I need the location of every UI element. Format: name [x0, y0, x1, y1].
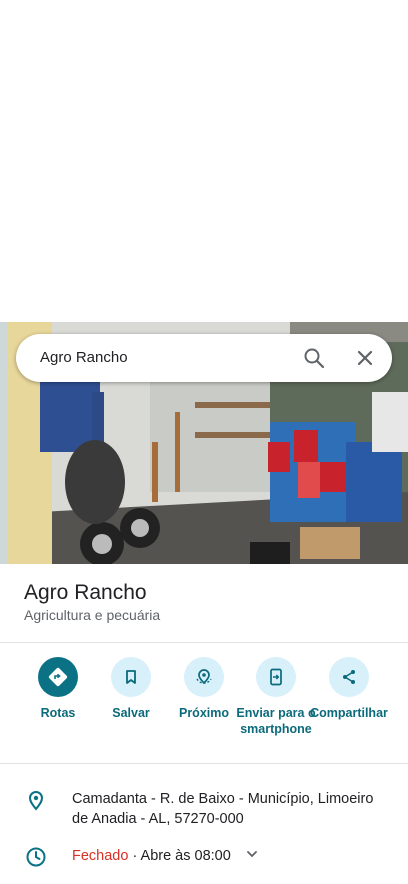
share-icon — [329, 657, 369, 697]
save-label: Salvar — [112, 706, 150, 720]
save-button[interactable]: Salvar — [91, 657, 171, 721]
place-title: Agro Rancho — [24, 581, 147, 604]
address-text[interactable]: Camadanta - R. de Baixo - Município, Lim… — [72, 789, 382, 829]
share-button[interactable]: Compartilhar — [309, 657, 389, 721]
hours-status: Fechado — [72, 847, 129, 864]
directions-label: Rotas — [40, 706, 76, 720]
search-bar[interactable]: Agro Rancho — [16, 334, 392, 382]
hours-detail: · Abre às 08:00 — [128, 847, 231, 864]
directions-icon — [38, 657, 78, 697]
place-category: Agricultura e pecuária — [24, 607, 161, 623]
chevron-down-icon[interactable] — [245, 847, 259, 865]
bookmark-icon — [111, 657, 151, 697]
send-to-phone-icon — [256, 657, 296, 697]
nearby-label: Próximo — [178, 706, 229, 720]
search-icon[interactable] — [302, 346, 326, 370]
hours-row[interactable]: Fechado · Abre às 08:00 — [72, 847, 259, 865]
clock-icon — [24, 845, 48, 869]
nearby-button[interactable]: Próximo — [164, 657, 244, 721]
send-to-phone-label: Enviar para o smartphone — [236, 706, 316, 736]
divider — [0, 763, 408, 764]
nearby-icon — [184, 657, 224, 697]
share-label: Compartilhar — [310, 706, 388, 720]
directions-button[interactable]: Rotas — [18, 657, 98, 721]
location-pin-icon — [24, 788, 48, 812]
send-to-phone-button[interactable]: Enviar para o smartphone — [236, 657, 316, 737]
close-icon[interactable] — [353, 346, 377, 370]
search-query[interactable]: Agro Rancho — [40, 349, 128, 366]
divider — [0, 642, 408, 643]
